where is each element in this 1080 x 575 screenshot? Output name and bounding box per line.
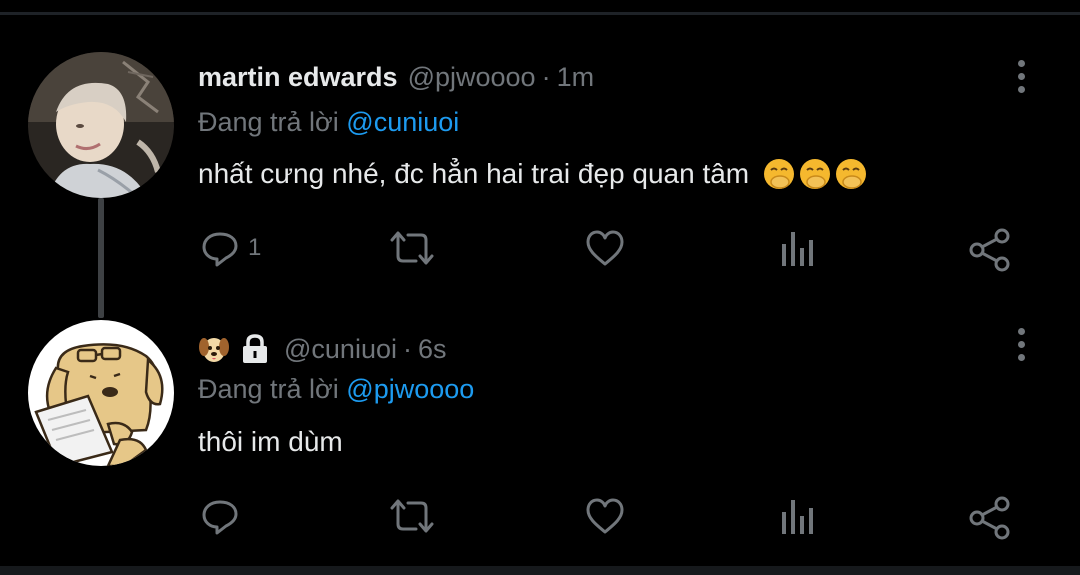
separator-dot: · — [541, 62, 551, 92]
more-options-button[interactable] — [1010, 60, 1032, 100]
analytics-button[interactable] — [778, 496, 818, 536]
retweet-icon — [390, 499, 434, 533]
retweet-icon — [390, 231, 434, 265]
bottom-divider — [0, 566, 1080, 575]
reply-button[interactable] — [200, 496, 240, 536]
tweet-actions: 1 — [0, 228, 1080, 278]
more-dot-icon — [1017, 328, 1025, 335]
share-button[interactable] — [968, 228, 1012, 272]
analytics-icon — [782, 500, 813, 534]
replying-to-label: Đang trả lời — [198, 374, 339, 404]
reply-icon — [202, 500, 238, 535]
more-dot-icon — [1017, 341, 1025, 348]
avatar[interactable] — [28, 52, 174, 198]
user-handle[interactable]: @cuniuoi — [284, 334, 397, 365]
cartoon-dog-avatar — [28, 320, 174, 466]
analytics-icon — [782, 232, 813, 266]
top-divider — [0, 12, 1080, 15]
timestamp[interactable]: 1m — [557, 62, 595, 93]
replying-to-label: Đang trả lời — [198, 107, 339, 137]
more-options-button[interactable] — [1010, 328, 1032, 368]
share-icon — [969, 228, 1010, 272]
retweet-button[interactable] — [388, 228, 436, 268]
analytics-button[interactable] — [778, 228, 818, 268]
dog-face-emoji-icon — [199, 338, 229, 362]
tweet-actions — [0, 496, 1080, 546]
avatar[interactable] — [28, 320, 174, 466]
more-dot-icon — [1017, 354, 1025, 361]
mention-link[interactable]: @pjwoooo — [346, 374, 474, 404]
share-button[interactable] — [968, 496, 1012, 540]
like-icon — [586, 230, 624, 266]
reply-icon — [202, 232, 238, 267]
reply-button[interactable]: 1 — [200, 228, 261, 268]
lock-icon — [243, 334, 267, 363]
tweet-text: thôi im dùm — [198, 426, 343, 457]
like-button[interactable] — [584, 228, 626, 268]
face-with-hand-over-mouth-icon — [764, 159, 795, 189]
face-with-hand-over-mouth-icon — [800, 159, 831, 189]
more-dot-icon — [1017, 86, 1025, 93]
display-name[interactable]: martin edwards — [198, 62, 398, 93]
like-icon — [586, 498, 624, 534]
mention-link[interactable]: @cuniuoi — [346, 107, 459, 137]
more-dot-icon — [1017, 60, 1025, 67]
reply-count: 1 — [248, 234, 262, 261]
face-with-hand-over-mouth-icon — [836, 159, 867, 189]
separator-dot: · — [402, 333, 412, 364]
tweet-text: nhất cưng nhé, đc hẳn hai trai đẹp quan … — [198, 158, 750, 189]
like-button[interactable] — [584, 496, 626, 536]
user-handle[interactable]: @pjwoooo — [408, 62, 536, 93]
more-dot-icon — [1017, 73, 1025, 80]
user-photo-avatar — [28, 52, 174, 198]
share-icon — [969, 496, 1010, 540]
retweet-button[interactable] — [388, 496, 436, 536]
timestamp[interactable]: 6s — [418, 334, 447, 365]
